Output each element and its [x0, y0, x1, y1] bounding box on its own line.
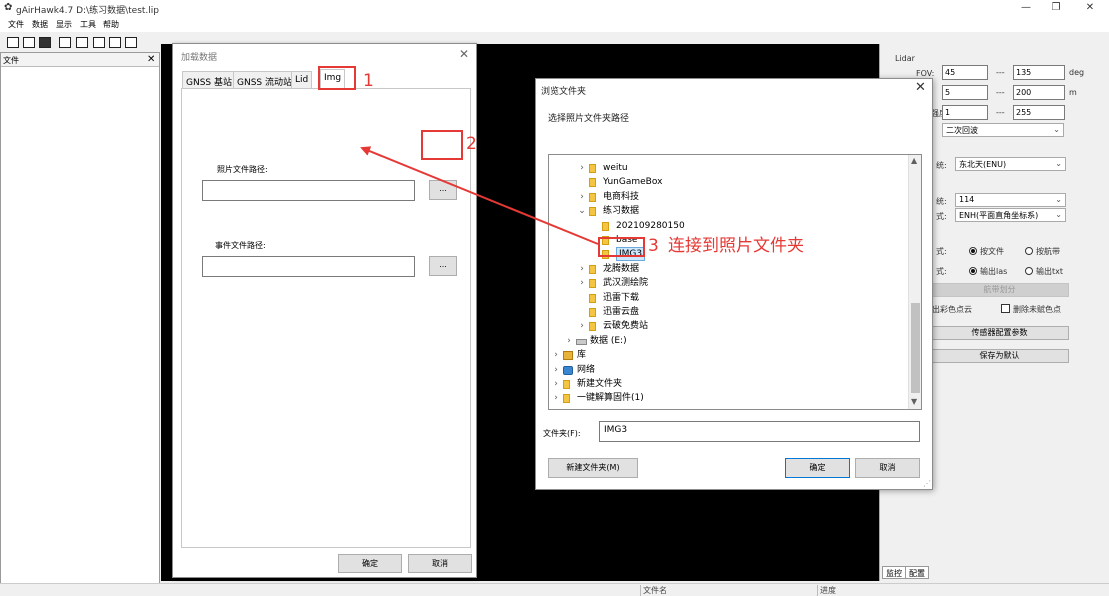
annotation-arrow-layer: [360, 146, 599, 245]
annotation-box-browse: [421, 130, 463, 160]
annotation-instruction: 连接到照片文件夹: [668, 236, 804, 256]
annotation-arrow: [360, 146, 599, 245]
annotation-number-3: 3: [648, 236, 659, 256]
app-window: ✿ gAirHawk4.7 D:\练习数据\test.lip — ❐ ✕ 文件 …: [0, 0, 1109, 596]
annotation-number-1: 1: [363, 71, 374, 91]
annotation-number-2: 2: [466, 134, 477, 154]
annotation-box-img3: [598, 237, 645, 257]
annotation-box-img-tab: [318, 66, 356, 90]
